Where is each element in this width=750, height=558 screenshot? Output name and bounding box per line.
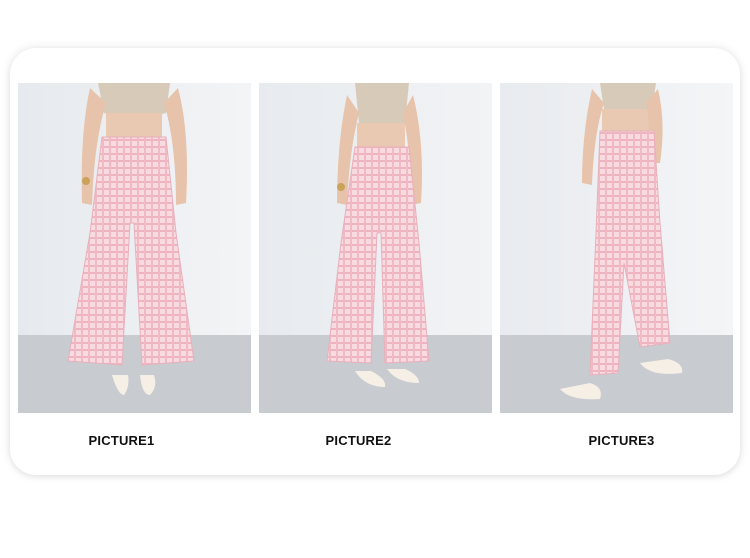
caption-picture-3: PICTURE3 (588, 433, 655, 448)
model-photo-front-pose (259, 83, 492, 413)
product-photo-2[interactable] (259, 83, 492, 413)
product-photo-1[interactable] (18, 83, 251, 413)
model-photo-side (500, 83, 733, 413)
product-photo-3[interactable] (500, 83, 733, 413)
caption-picture-2: PICTURE2 (325, 433, 392, 448)
caption-picture-1: PICTURE1 (88, 433, 155, 448)
model-photo-front (18, 83, 251, 413)
